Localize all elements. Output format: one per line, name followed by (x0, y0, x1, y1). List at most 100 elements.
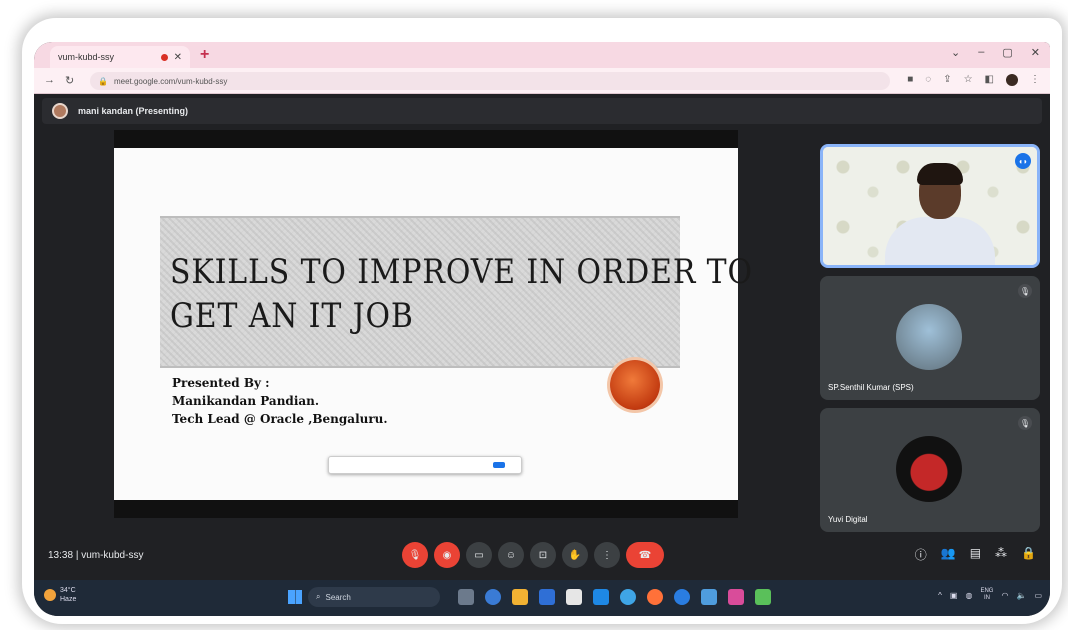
translate-icon[interactable]: ◌ (925, 74, 931, 86)
present-button[interactable]: ⊡ (530, 542, 556, 568)
star-icon[interactable]: ☆ (964, 74, 973, 86)
volume-icon[interactable]: 🔈 (1016, 591, 1026, 600)
language-indicator[interactable]: ENG IN (980, 588, 993, 602)
presenter-role: Tech Lead @ Oracle ,Bengaluru. (172, 412, 388, 426)
browser-tab[interactable]: vum-kubd-ssy ✕ (50, 46, 190, 68)
extension-icons: ■ ◌ ⇪ ☆ ◧ ⋮ (907, 74, 1040, 86)
presenting-bar: mani kandan (Presenting) (42, 98, 1042, 124)
app-icon[interactable] (566, 589, 582, 605)
host-controls-icon[interactable]: 🔒 (1021, 546, 1036, 563)
slide: SKILLS TO IMPROVE IN ORDER TO GET AN IT … (114, 148, 752, 500)
hide-button[interactable] (509, 463, 517, 467)
tray-app-icon[interactable]: ◍ (965, 591, 972, 600)
participant-tile[interactable]: 🎙 SP.Senthil Kumar (SPS) (820, 276, 1040, 400)
taskbar-search[interactable]: ⌕ Search (308, 587, 440, 607)
app-icon[interactable] (755, 589, 771, 605)
orange-seal-icon (610, 360, 660, 410)
maximize-icon[interactable]: ▢ (1002, 46, 1012, 59)
captions-button[interactable]: ▭ (466, 542, 492, 568)
meeting-info: 13:38 | vum-kubd-ssy (48, 550, 143, 561)
more-options-button[interactable]: ⋮ (594, 542, 620, 568)
battery-icon[interactable]: ▭ (1034, 591, 1042, 600)
lock-icon: 🔒 (98, 76, 108, 86)
profile-avatar[interactable] (1006, 74, 1018, 86)
menu-icon[interactable]: ⋮ (1030, 74, 1040, 86)
desktop-screen: vum-kubd-ssy ✕ + ⌄ – ▢ ✕ → ↻ 🔒 meet.goog… (34, 42, 1050, 616)
app-icon[interactable] (593, 589, 609, 605)
taskbar-apps (458, 589, 771, 605)
tray-app-icon[interactable]: ▣ (950, 591, 958, 600)
browser-address-bar: → ↻ 🔒 meet.google.com/vum-kubd-ssy ■ ◌ ⇪… (34, 68, 1050, 94)
camera-icon[interactable]: ■ (907, 74, 913, 86)
recording-dot-icon (160, 53, 168, 61)
nav-buttons: → ↻ (44, 74, 74, 87)
info-icon[interactable]: ⓘ (915, 546, 927, 563)
url-input[interactable]: 🔒 meet.google.com/vum-kubd-ssy (90, 72, 890, 90)
app-icon[interactable] (539, 589, 555, 605)
participant-name: Yuvi Digital (828, 515, 868, 524)
mic-off-icon: 🎙 (1018, 284, 1032, 298)
presenter-info: Presented By : Manikandan Pandian. Tech … (172, 374, 388, 428)
app-icon[interactable] (728, 589, 744, 605)
chat-icon[interactable]: ▤ (970, 546, 981, 563)
app-icon[interactable] (485, 589, 501, 605)
participant-video-hair (917, 163, 963, 185)
firefox-icon[interactable] (647, 589, 663, 605)
search-label: Search (325, 592, 351, 602)
windows-start-icon[interactable] (288, 590, 302, 604)
mic-toggle-button[interactable]: 🎙 (402, 542, 428, 568)
close-tab-icon[interactable]: ✕ (174, 52, 182, 63)
raise-hand-button[interactable]: ✋ (562, 542, 588, 568)
weather-widget[interactable]: 34°C Haze (44, 586, 76, 604)
mic-off-icon: 🎙 (1018, 416, 1032, 430)
wifi-icon[interactable]: ◠ (1001, 591, 1008, 600)
weather-desc: Haze (60, 596, 77, 603)
minimize-icon[interactable]: – (978, 46, 984, 59)
meeting-time: 13:38 (48, 550, 74, 561)
participant-tile-speaker[interactable]: ◖◗ (820, 144, 1040, 268)
app-icon[interactable] (458, 589, 474, 605)
call-controls: 🎙 ◉ ▭ ☺ ⊡ ✋ ⋮ ☎ (402, 542, 664, 568)
edge-icon[interactable] (620, 589, 636, 605)
slide-title-band: SKILLS TO IMPROVE IN ORDER TO GET AN IT … (160, 216, 752, 368)
slide-title-line2: GET AN IT JOB (170, 296, 414, 336)
participant-tile[interactable]: 🎙 Yuvi Digital (820, 408, 1040, 532)
participant-avatar-logo (896, 436, 962, 502)
presenting-label: mani kandan (Presenting) (78, 106, 189, 116)
tab-title: vum-kubd-ssy (58, 52, 115, 62)
url-text: meet.google.com/vum-kubd-ssy (113, 76, 228, 86)
camera-toggle-button[interactable]: ◉ (434, 542, 460, 568)
meet-control-bar: 13:38 | vum-kubd-ssy 🎙 ◉ ▭ ☺ ⊡ ✋ ⋮ ☎ ⓘ 👥… (34, 538, 1050, 574)
chrome-icon[interactable] (674, 589, 690, 605)
presented-by-label: Presented By : (172, 376, 270, 390)
emoji-button[interactable]: ☺ (498, 542, 524, 568)
leave-call-button[interactable]: ☎ (626, 542, 664, 568)
stop-sharing-button[interactable] (493, 462, 505, 468)
activities-icon[interactable]: ⁂ (995, 546, 1007, 563)
speaking-indicator-icon: ◖◗ (1015, 153, 1031, 169)
settings-icon[interactable] (701, 589, 717, 605)
share-icon[interactable]: ⇪ (943, 74, 951, 86)
reload-icon[interactable]: ↻ (65, 74, 74, 87)
window-controls: ⌄ – ▢ ✕ (951, 46, 1040, 59)
close-window-icon[interactable]: ✕ (1031, 46, 1040, 59)
chevron-down-icon[interactable]: ⌄ (951, 46, 960, 59)
screen-share-notice (328, 456, 522, 474)
system-tray: ^ ▣ ◍ ENG IN ◠ 🔈 ▭ (938, 588, 1042, 602)
participant-avatar (896, 304, 962, 370)
search-icon: ⌕ (316, 592, 321, 601)
new-tab-icon[interactable]: + (200, 46, 209, 64)
sidepanel-icon[interactable]: ◧ (985, 74, 994, 86)
presentation-area: SKILLS TO IMPROVE IN ORDER TO GET AN IT … (114, 130, 752, 518)
forward-icon[interactable]: → (44, 74, 55, 87)
folder-icon[interactable] (512, 589, 528, 605)
meeting-code: vum-kubd-ssy (81, 550, 144, 561)
browser-tab-bar: vum-kubd-ssy ✕ + ⌄ – ▢ ✕ (34, 42, 1050, 68)
people-icon[interactable]: 👥 (941, 546, 956, 563)
weather-text: 34°C Haze (60, 586, 76, 604)
weather-temp: 34°C (60, 587, 76, 594)
participant-name: SP.Senthil Kumar (SPS) (828, 383, 914, 392)
participant-video-body (885, 217, 995, 265)
chevron-up-icon[interactable]: ^ (938, 591, 942, 600)
slide-title-line1: SKILLS TO IMPROVE IN ORDER TO (170, 252, 753, 292)
